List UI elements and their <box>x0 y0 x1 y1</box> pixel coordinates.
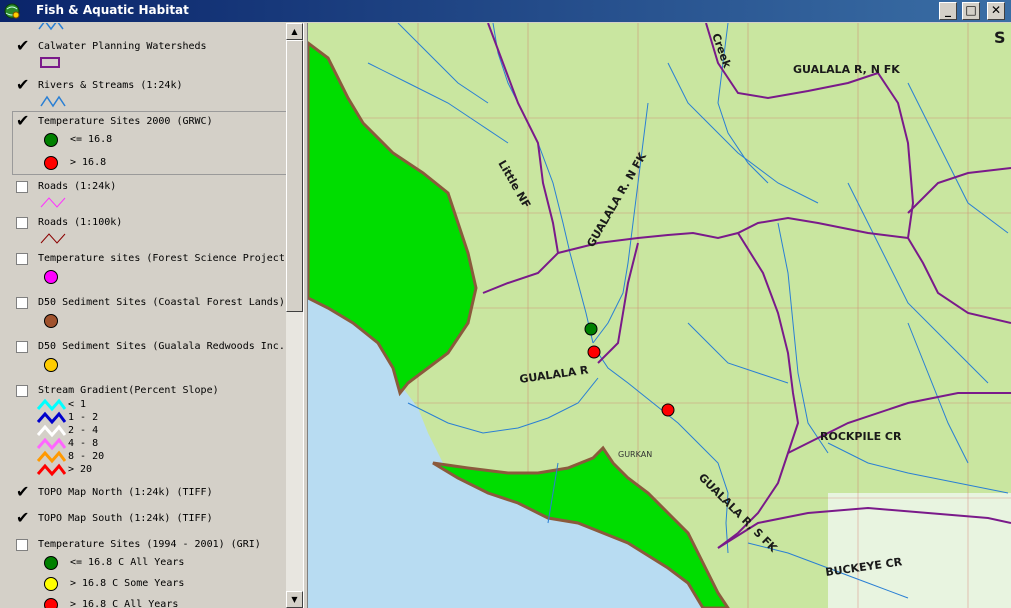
scroll-up-button[interactable]: ▲ <box>286 23 303 40</box>
layer-checkbox[interactable] <box>16 297 28 309</box>
layer-name: TOPO Map South (1:24k) (TIFF) <box>38 513 213 524</box>
gradient-class-label: 1 - 2 <box>68 412 99 423</box>
temperature-site-red[interactable] <box>661 403 675 417</box>
map-canvas[interactable]: Creek GUALALA R, N FK Little NF GUALALA … <box>308 23 1011 608</box>
gradient-class-label: > 20 <box>68 464 93 475</box>
map-label-gualala-nf: GUALALA R, N FK <box>793 63 900 76</box>
layer-checkbox[interactable]: ✔ <box>16 77 29 93</box>
gradient-class-label: 4 - 8 <box>68 438 99 449</box>
layer-checkbox[interactable]: ✔ <box>16 510 29 526</box>
layer-name: Calwater Planning Watersheds <box>38 41 207 52</box>
layer-name: Temperature Sites (1994 - 2001) (GRI) <box>38 539 261 550</box>
map-label-edge: S <box>994 28 1006 47</box>
temperature-site-green[interactable] <box>584 322 598 336</box>
symbol-label: > 16.8 <box>70 157 107 168</box>
layer-checkbox[interactable] <box>16 253 28 265</box>
symbol-label: <= 16.8 C All Years <box>70 557 185 568</box>
layer-checkbox[interactable]: ✔ <box>16 484 29 500</box>
layer-toc-panel: ✔ Calwater Planning Watersheds ✔ Rivers … <box>0 23 306 608</box>
gradient-class-label: < 1 <box>68 399 87 410</box>
maximize-button[interactable]: □ <box>962 2 980 20</box>
app-globe-icon <box>4 3 20 19</box>
layer-checkbox[interactable] <box>16 341 28 353</box>
symbol-label: <= 16.8 <box>70 134 113 145</box>
symbol-label: > 16.8 C Some Years <box>70 578 185 589</box>
watershed-polygon-symbol <box>40 57 60 68</box>
map-label-gurkan: GURKAN <box>618 450 652 459</box>
scroll-down-button[interactable]: ▼ <box>286 591 303 608</box>
red-point-symbol <box>44 156 58 170</box>
layer-name: TOPO Map North (1:24k) (TIFF) <box>38 487 213 498</box>
layer-name: D50 Sediment Sites (Gualala Redwoods Inc… <box>38 341 286 352</box>
road-line-symbol <box>40 197 66 208</box>
title-bar: Fish & Aquatic Habitat _ □ ✕ <box>0 0 1011 22</box>
toc-scrollbar[interactable]: ▲ ▼ <box>286 23 303 608</box>
symbol-label: > 16.8 C All Years <box>70 599 179 608</box>
gradient-class-label: 8 - 20 <box>68 451 105 462</box>
map-view[interactable]: Creek GUALALA R, N FK Little NF GUALALA … <box>308 23 1011 608</box>
layer-name: Rivers & Streams (1:24k) <box>38 80 183 91</box>
minimize-button[interactable]: _ <box>939 2 957 20</box>
yellow-point-symbol <box>44 577 58 591</box>
map-label-rockpile-cr: ROCKPILE CR <box>820 430 902 443</box>
layer-checkbox[interactable]: ✔ <box>16 38 29 54</box>
scroll-thumb[interactable] <box>286 40 303 312</box>
road-line-symbol <box>40 233 66 244</box>
yellow-point-symbol <box>44 358 58 372</box>
layer-checkbox[interactable] <box>16 539 28 551</box>
temperature-site-red[interactable] <box>587 345 601 359</box>
layer-name: Temperature Sites 2000 (GRWC) <box>38 116 213 127</box>
stream-line-symbol <box>40 95 66 108</box>
brown-point-symbol <box>44 314 58 328</box>
close-button[interactable]: ✕ <box>987 2 1005 20</box>
red-point-symbol <box>44 598 58 608</box>
layer-name: Temperature sites (Forest Science Projec… <box>38 253 286 264</box>
green-point-symbol <box>44 556 58 570</box>
layer-name: Stream Gradient(Percent Slope) <box>38 385 219 396</box>
layer-name: D50 Sediment Sites (Coastal Forest Lands… <box>38 297 285 308</box>
layer-checkbox[interactable]: ✔ <box>16 113 29 129</box>
watershed-partial-symbol <box>38 23 64 31</box>
green-point-symbol <box>44 133 58 147</box>
gradient-class-label: 2 - 4 <box>68 425 99 436</box>
window-title: Fish & Aquatic Habitat <box>36 3 189 17</box>
layer-list: ✔ Calwater Planning Watersheds ✔ Rivers … <box>0 23 286 608</box>
gradient-class-symbols <box>36 398 66 477</box>
layer-name: Roads (1:24k) <box>38 181 117 192</box>
layer-name: Roads (1:100k) <box>38 217 123 228</box>
layer-checkbox[interactable] <box>16 385 28 397</box>
magenta-point-symbol <box>44 270 58 284</box>
layer-checkbox[interactable] <box>16 217 28 229</box>
layer-checkbox[interactable] <box>16 181 28 193</box>
